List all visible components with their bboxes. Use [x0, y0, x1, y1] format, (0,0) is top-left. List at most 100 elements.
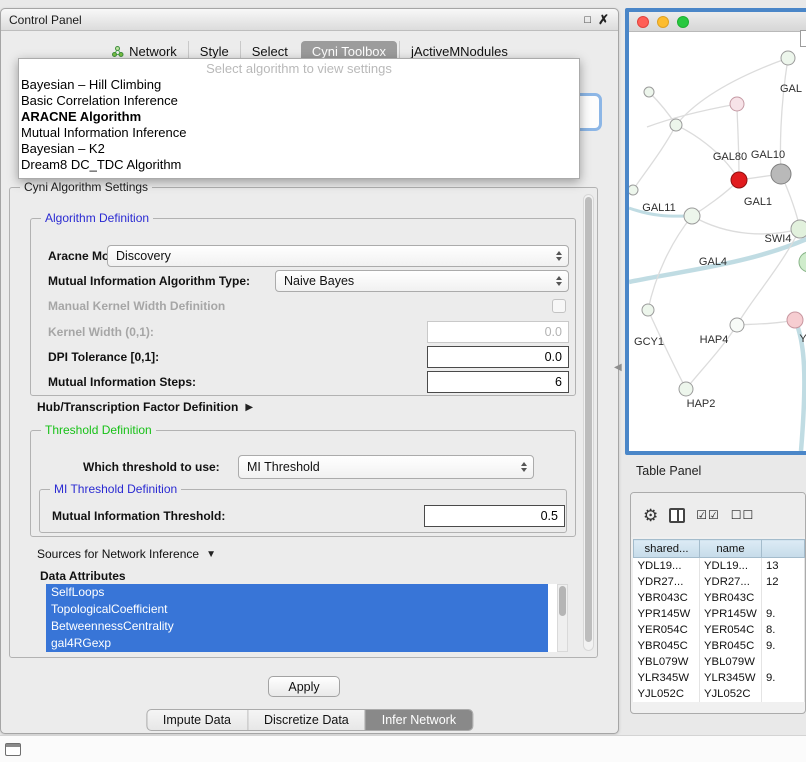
table-row[interactable]: YDR27...YDR27...12 [634, 574, 805, 590]
table-row[interactable]: YPR145WYPR145W9. [634, 606, 805, 622]
attribute-item[interactable]: gal4RGexp [46, 635, 548, 652]
cell[interactable]: 12 [762, 574, 805, 590]
cell[interactable]: 13 [762, 558, 805, 574]
cell[interactable]: YER054C [634, 622, 700, 638]
cell[interactable]: YLR345W [634, 670, 700, 686]
cell[interactable]: YPR145W [634, 606, 700, 622]
network-node[interactable] [684, 208, 700, 224]
cell[interactable]: YBR043C [634, 590, 700, 606]
select-all-icon[interactable]: ☑☑ [696, 508, 720, 522]
network-node[interactable] [642, 304, 654, 316]
scrollbar-thumb[interactable] [585, 197, 592, 642]
manual-kernel-checkbox[interactable] [552, 299, 566, 313]
panel-collapse-arrow-icon[interactable]: ◀ [614, 362, 622, 373]
algorithm-option[interactable]: Bayesian – Hill Climbing [19, 77, 579, 93]
network-node[interactable] [781, 51, 795, 65]
network-node[interactable] [730, 97, 744, 111]
cell[interactable]: 9. [762, 638, 805, 654]
cell[interactable]: YJL052C [700, 686, 762, 702]
apply-button[interactable]: Apply [268, 676, 340, 697]
scrollbar-thumb[interactable] [559, 586, 566, 616]
network-node[interactable] [787, 312, 803, 328]
network-node[interactable] [679, 382, 693, 396]
column-header-extra[interactable] [762, 540, 805, 558]
table-row[interactable]: YBR043CYBR043C [634, 590, 805, 606]
cell[interactable]: YJL052C [634, 686, 700, 702]
columns-icon[interactable] [669, 508, 685, 523]
network-edge[interactable] [648, 310, 686, 389]
deselect-all-icon[interactable]: ☐☐ [731, 508, 755, 522]
kernel-width-input[interactable] [427, 321, 569, 343]
cell[interactable]: 9. [762, 670, 805, 686]
cell[interactable]: YBR045C [634, 638, 700, 654]
dpi-tolerance-input[interactable] [427, 346, 569, 368]
table-row[interactable]: YBL079WYBL079W [634, 654, 805, 670]
network-edge[interactable] [737, 320, 795, 325]
network-node[interactable] [799, 252, 806, 272]
cell[interactable]: YBR045C [700, 638, 762, 654]
network-node[interactable] [791, 220, 806, 238]
network-canvas[interactable]: GAL GAL80 GAL10 GAL11 GAL1 SWI4 GAL4 GCY… [629, 32, 806, 451]
gear-icon[interactable]: ⚙ [643, 507, 658, 524]
zoom-traffic-light[interactable] [677, 16, 689, 28]
list-scrollbar[interactable] [557, 584, 568, 652]
cell[interactable] [762, 654, 805, 670]
tab-impute-data[interactable]: Impute Data [147, 710, 247, 730]
cell[interactable]: YBL079W [700, 654, 762, 670]
sources-toggle[interactable]: Sources for Network Inference ▼ [37, 547, 216, 561]
table-row[interactable]: YLR345WYLR345W9. [634, 670, 805, 686]
algorithm-option[interactable]: Mutual Information Inference [19, 125, 579, 141]
network-edge[interactable] [648, 216, 692, 310]
cell[interactable]: YDL19... [634, 558, 700, 574]
close-traffic-light[interactable] [637, 16, 649, 28]
settings-scrollbar[interactable] [583, 194, 594, 651]
network-edge[interactable] [692, 216, 800, 234]
table-row[interactable]: YBR045CYBR045C9. [634, 638, 805, 654]
algorithm-option[interactable]: Basic Correlation Inference [19, 93, 579, 109]
cell[interactable]: 8. [762, 622, 805, 638]
network-edge[interactable] [692, 180, 739, 216]
table-row[interactable]: YJL052CYJL052C [634, 686, 805, 702]
control-panel-titlebar[interactable]: Control Panel □ ✗ [1, 9, 618, 31]
cell[interactable]: 9. [762, 606, 805, 622]
algorithm-option[interactable]: Bayesian – K2 [19, 141, 579, 157]
cell[interactable]: YDR27... [700, 574, 762, 590]
tab-discretize-data[interactable]: Discretize Data [247, 710, 365, 730]
cell[interactable]: YLR345W [700, 670, 762, 686]
network-node[interactable] [730, 318, 744, 332]
network-window-titlebar[interactable] [629, 12, 806, 32]
column-header-shared-name[interactable]: shared... [634, 540, 700, 558]
close-window-icon[interactable]: ✗ [598, 9, 609, 31]
tab-infer-network[interactable]: Infer Network [365, 710, 472, 730]
network-edge[interactable] [737, 104, 739, 180]
network-node[interactable] [670, 119, 682, 131]
mi-steps-input[interactable] [427, 371, 569, 393]
table-row[interactable]: YER054CYER054C8. [634, 622, 805, 638]
mi-type-select[interactable]: Naive Bayes [275, 270, 569, 292]
network-edge[interactable] [676, 58, 788, 125]
which-threshold-select[interactable]: MI Threshold [238, 455, 534, 479]
network-node-gray[interactable] [771, 164, 791, 184]
network-edge[interactable] [633, 125, 676, 190]
mi-threshold-input[interactable] [424, 505, 565, 527]
float-window-icon[interactable]: □ [584, 9, 591, 31]
cell[interactable] [762, 590, 805, 606]
attribute-item[interactable]: BetweennessCentrality [46, 618, 548, 635]
network-node-red[interactable] [731, 172, 747, 188]
hub-definition-toggle[interactable]: Hub/Transcription Factor Definition ▶ [37, 400, 253, 414]
attribute-item[interactable]: TopologicalCoefficient [46, 601, 548, 618]
algorithm-option[interactable]: Dream8 DC_TDC Algorithm [19, 157, 579, 173]
cell[interactable]: YDL19... [700, 558, 762, 574]
table-row[interactable]: YDL19...YDL19...13 [634, 558, 805, 574]
cell[interactable]: YPR145W [700, 606, 762, 622]
aracne-mode-select[interactable]: Discovery [107, 245, 569, 267]
network-node[interactable] [629, 185, 638, 195]
algorithm-option-selected[interactable]: ARACNE Algorithm [19, 109, 579, 125]
network-edge[interactable] [647, 104, 737, 127]
cell[interactable]: YBL079W [634, 654, 700, 670]
minimize-traffic-light[interactable] [657, 16, 669, 28]
cell[interactable]: YBR043C [700, 590, 762, 606]
network-node[interactable] [644, 87, 654, 97]
cell[interactable]: YDR27... [634, 574, 700, 590]
panel-restore-icon[interactable] [5, 743, 21, 756]
